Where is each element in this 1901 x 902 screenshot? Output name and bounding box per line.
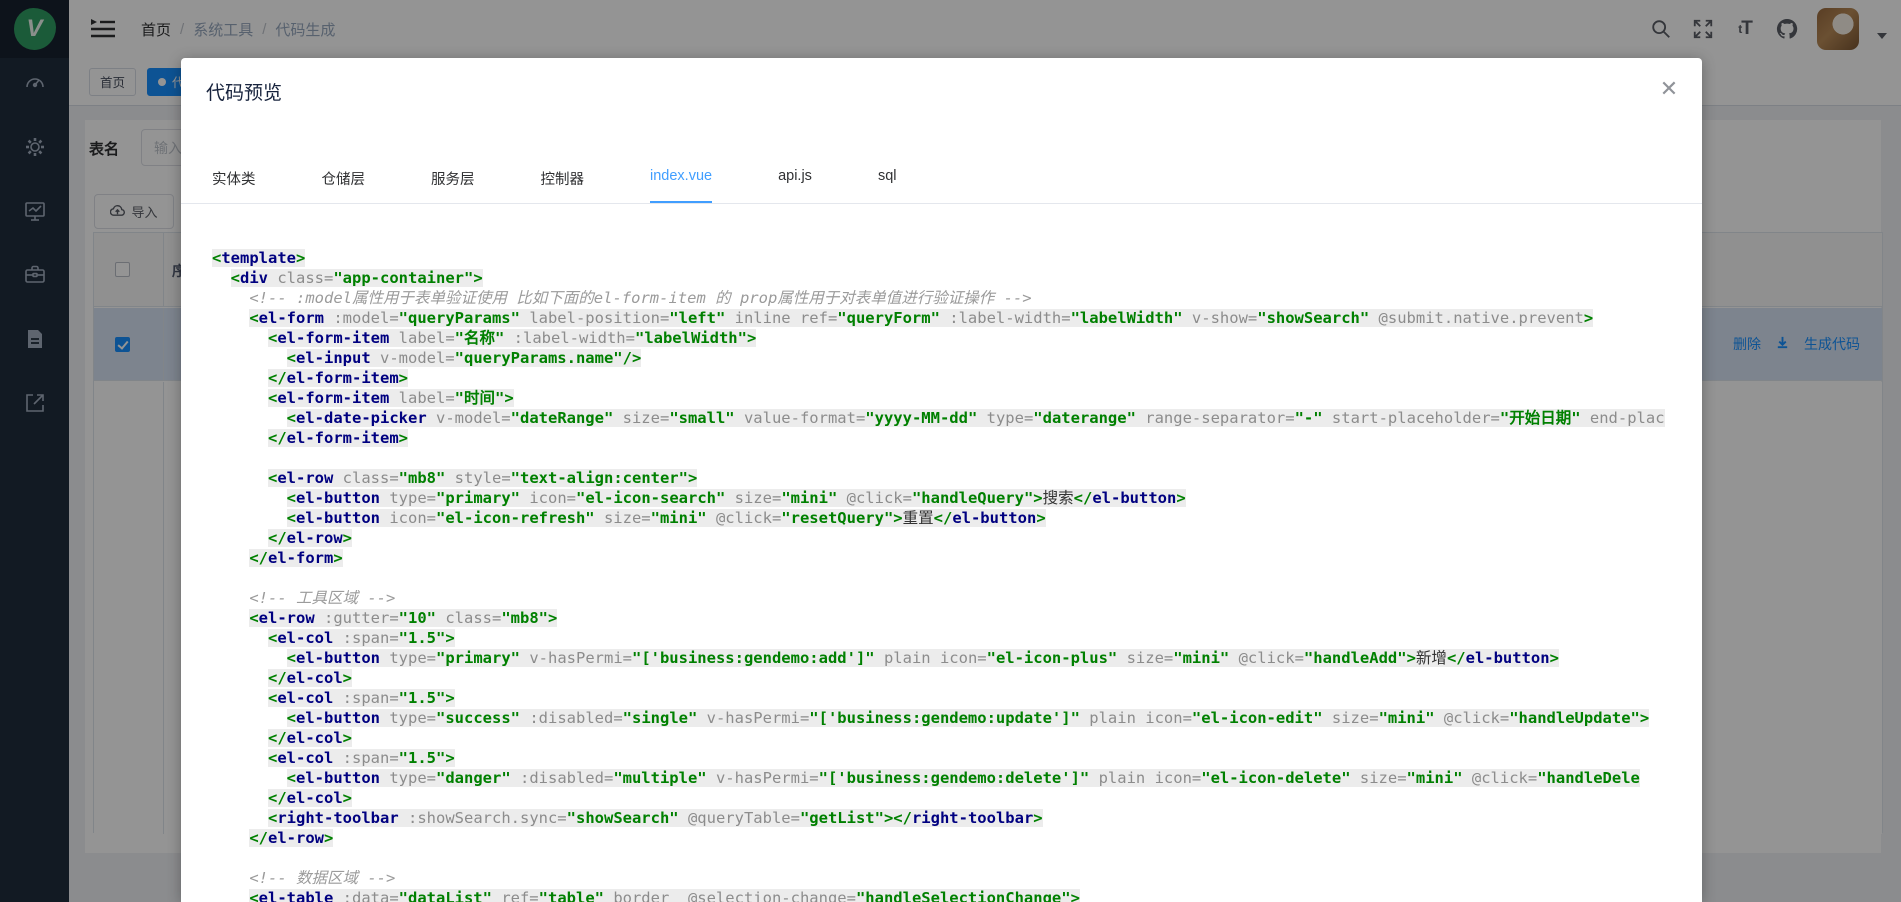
code-line: <el-button icon="el-icon-refresh" size="… (212, 508, 1702, 528)
code-line: <el-col :span="1.5"> (212, 688, 1702, 708)
code-line: <el-button type="primary" icon="el-icon-… (212, 488, 1702, 508)
code-preview-modal: 代码预览 ✕ 实体类 仓储层 服务层 控制器 index.vue api.js sql <t… (181, 58, 1702, 902)
close-icon[interactable]: ✕ (1658, 80, 1680, 102)
code-line: <!-- 工具区域 --> (212, 588, 1702, 608)
modal-tab-index.vue[interactable]: index.vue (650, 168, 712, 203)
code-line: </el-form-item> (212, 428, 1702, 448)
code-line: <el-input v-model="queryParams.name"/> (212, 348, 1702, 368)
code-line: </el-form> (212, 548, 1702, 568)
modal-tab-控制器[interactable]: 控制器 (541, 168, 585, 203)
code-line: </el-col> (212, 728, 1702, 748)
code-line: </el-col> (212, 788, 1702, 808)
code-line: <el-col :span="1.5"> (212, 628, 1702, 648)
code-line: <template> (212, 248, 1702, 268)
code-line: <el-button type="primary" v-hasPermi="['… (212, 648, 1702, 668)
code-line: </el-row> (212, 828, 1702, 848)
modal-tabs: 实体类 仓储层 服务层 控制器 index.vue api.js sql (212, 168, 962, 203)
code-line: <el-row class="mb8" style="text-align:ce… (212, 468, 1702, 488)
code-line: <el-button type="danger" :disabled="mult… (212, 768, 1702, 788)
code-line: </el-row> (212, 528, 1702, 548)
modal-tab-sql[interactable]: sql (878, 168, 897, 203)
code-line: <el-form-item label="时间"> (212, 388, 1702, 408)
code-line: <!-- 数据区域 --> (212, 868, 1702, 888)
code-line: <el-form :model="queryParams" label-posi… (212, 308, 1702, 328)
code-block[interactable]: <template> <div class="app-container"> <… (212, 248, 1702, 902)
modal-title: 代码预览 (206, 78, 282, 105)
tabs-divider (181, 203, 1702, 204)
code-line: <!-- :model属性用于表单验证使用 比如下面的el-form-item … (212, 288, 1702, 308)
code-line: </el-form-item> (212, 368, 1702, 388)
code-line: <el-row :gutter="10" class="mb8"> (212, 608, 1702, 628)
code-line: <el-form-item label="名称" :label-width="l… (212, 328, 1702, 348)
code-line: <div class="app-container"> (212, 268, 1702, 288)
code-line (212, 568, 1702, 588)
code-line (212, 448, 1702, 468)
code-line: <el-date-picker v-model="dateRange" size… (212, 408, 1702, 428)
code-line: </el-col> (212, 668, 1702, 688)
code-line (212, 848, 1702, 868)
modal-tab-实体类[interactable]: 实体类 (212, 168, 256, 203)
code-line: <right-toolbar :showSearch.sync="showSea… (212, 808, 1702, 828)
code-line: <el-table :data="dataList" ref="table" b… (212, 888, 1702, 902)
code-line: <el-button type="success" :disabled="sin… (212, 708, 1702, 728)
modal-tab-api.js[interactable]: api.js (778, 168, 812, 203)
modal-tab-服务层[interactable]: 服务层 (431, 168, 475, 203)
code-line: <el-col :span="1.5"> (212, 748, 1702, 768)
modal-tab-仓储层[interactable]: 仓储层 (322, 168, 366, 203)
